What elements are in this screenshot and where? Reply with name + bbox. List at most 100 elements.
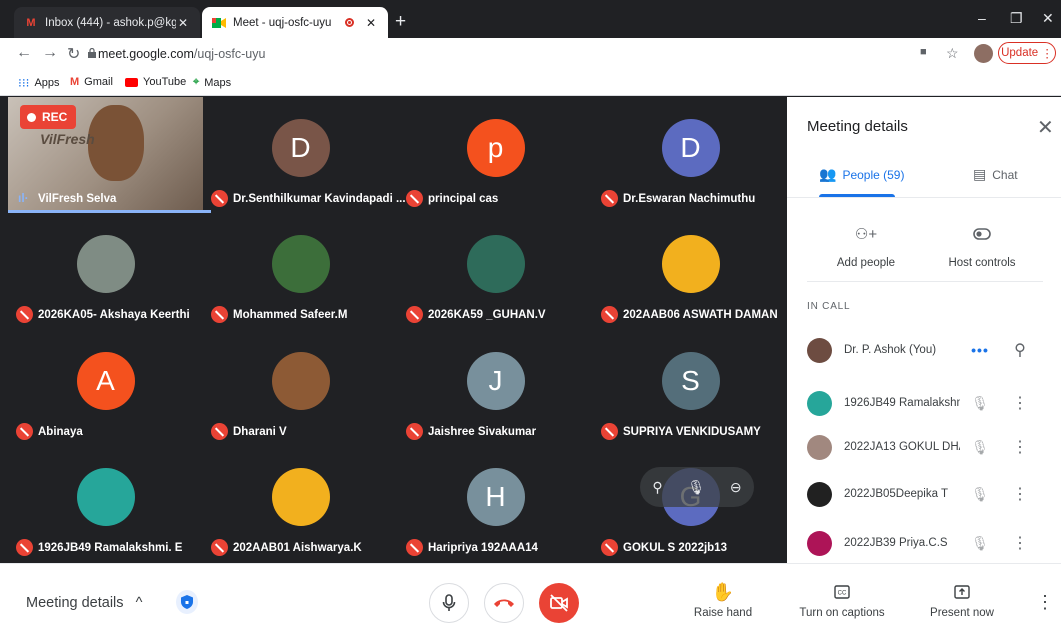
svg-text:CC: CC — [838, 591, 847, 597]
more-options-icon[interactable]: ⋮ — [1000, 393, 1040, 413]
participant-avatar — [271, 235, 330, 293]
avatar — [807, 390, 832, 416]
youtube-icon — [125, 77, 138, 87]
people-list-item[interactable]: 2022JA13 GOKUL DHA...🎙⋮ — [807, 429, 1057, 465]
tab-chat[interactable]: ▤ Chat — [973, 166, 1018, 183]
reload-icon[interactable]: ↻ — [67, 44, 80, 64]
update-button[interactable]: Update ⋮ — [998, 42, 1056, 64]
camera-in-use-icon[interactable]: ■ — [920, 46, 927, 58]
captions-icon: CC — [795, 580, 889, 604]
forward-icon[interactable]: → — [42, 44, 58, 62]
bookmark-apps[interactable]: ⁝⁝⁝ Apps — [18, 76, 60, 90]
participant-tile[interactable]: p principal cas — [398, 97, 593, 213]
participant-tile[interactable]: J Jaishree Sivakumar — [398, 330, 593, 446]
microphone-icon — [442, 594, 456, 611]
tab-people[interactable]: 👥 People (59) — [819, 166, 904, 183]
participant-tile[interactable]: 202AAB06 ASWATH DAMAN — [593, 213, 788, 329]
close-window-icon[interactable]: ✕ — [1042, 10, 1054, 27]
person-name: 2022JB39 Priya.C.S — [844, 537, 948, 549]
more-options-icon[interactable]: ⋮ — [1036, 592, 1054, 613]
avatar — [807, 337, 832, 363]
star-icon[interactable]: ☆ — [946, 45, 959, 62]
raise-hand-button[interactable]: ✋ Raise hand — [690, 580, 756, 620]
participant-tile[interactable]: H Haripriya 192AAA14 — [398, 446, 593, 562]
people-list-item[interactable]: 2022JB05Deepika T 🎙 ⋮ — [807, 476, 1057, 512]
mute-icon[interactable]: 🎙 — [960, 535, 1000, 552]
avatar-initial: H — [485, 481, 506, 512]
participant-name: 202AAB01 Aishwarya.K — [233, 542, 362, 554]
mute-icon[interactable]: 🎙 — [960, 439, 1000, 456]
more-options-icon[interactable]: ⋮ — [1000, 484, 1040, 504]
participant-tile[interactable]: S SUPRIYA VENKIDUSAMY — [593, 330, 788, 446]
participant-tile[interactable]: A Abinaya — [8, 330, 203, 446]
pin-icon[interactable]: ⚲ — [1000, 340, 1040, 360]
bookmark-youtube[interactable]: YouTube — [125, 76, 186, 88]
muted-mic-icon — [16, 539, 33, 556]
captions-button[interactable]: CC Turn on captions — [795, 580, 889, 619]
back-icon[interactable]: ← — [16, 44, 32, 62]
tab-title: Inbox (444) - ashok.p@kgcas.com — [45, 16, 176, 29]
pin-icon[interactable]: ⚲ — [652, 479, 662, 496]
tab-divider — [787, 197, 1061, 198]
avatar-initial: A — [96, 365, 115, 396]
remove-icon[interactable]: ⊖ — [730, 479, 742, 496]
participant-tile[interactable]: D Dr.Eswaran Nachimuthu — [593, 97, 788, 213]
maps-icon: ⌖ — [193, 76, 200, 88]
restore-icon[interactable]: ❐ — [1010, 10, 1023, 27]
tab-meet[interactable]: Meet - uqj-osfc-uyu ✕ — [202, 7, 388, 38]
muted-mic-icon — [211, 306, 228, 323]
participant-name: Dr.Eswaran Nachimuthu — [623, 193, 756, 205]
security-shield-icon[interactable] — [176, 590, 198, 614]
call-controls-bar: Meeting details ^ ✋ Raise hand CC Turn o… — [0, 563, 1061, 640]
present-now-button[interactable]: Present now — [926, 580, 998, 619]
add-people-button[interactable]: ⚇+ Add people — [806, 217, 926, 269]
bookmark-maps[interactable]: ⌖ Maps — [193, 76, 231, 89]
bookmarks-bar: ⁝⁝⁝ Apps M Gmail YouTube ⌖ Maps — [0, 70, 1061, 96]
muted-mic-icon — [601, 190, 618, 207]
participant-tile-self[interactable]: VilFresh REC ıl· VilFresh Selva — [8, 97, 211, 213]
tab-gmail[interactable]: M Inbox (444) - ashok.p@kgcas.com ✕ — [14, 7, 200, 38]
person-name: Dr. P. Ashok (You) — [844, 344, 937, 356]
more-options-icon[interactable]: ⋮ — [1000, 533, 1040, 553]
close-tab-icon[interactable]: ✕ — [176, 16, 190, 30]
microphone-button[interactable] — [429, 583, 469, 623]
camera-off-button[interactable] — [539, 583, 579, 623]
speaking-indicator-icon: ıl· — [18, 191, 29, 205]
new-tab-icon[interactable]: + — [395, 11, 406, 33]
participant-tile[interactable]: 1926JB49 Ramalakshmi. E — [8, 446, 203, 562]
people-list-item[interactable]: Dr. P. Ashok (You) ••• ⚲ — [807, 332, 1057, 368]
participant-avatar: H — [466, 468, 525, 526]
close-tab-icon[interactable]: ✕ — [364, 16, 378, 30]
bookmark-gmail[interactable]: M Gmail — [70, 76, 113, 88]
gmail-icon: M — [70, 76, 80, 88]
participant-tile[interactable]: Dharani V — [203, 330, 398, 446]
leave-call-button[interactable] — [484, 583, 524, 623]
avatar-initial: S — [681, 365, 700, 396]
minimize-icon[interactable]: – — [978, 10, 986, 26]
mute-participant-icon[interactable]: 🎙 — [687, 479, 705, 496]
meeting-details-button[interactable]: Meeting details ^ — [26, 595, 142, 611]
address-bar: ← → ↻ meet.google.com/uqj-osfc-uyu ■ ☆ U… — [0, 38, 1061, 70]
participant-tile[interactable]: Mohammed Safeer.M — [203, 213, 398, 329]
person-name: 2022JA13 GOKUL DHA... — [844, 441, 960, 453]
participant-tile[interactable]: 2026KA05- Akshaya Keerthi — [8, 213, 203, 329]
people-list-item[interactable]: 1926JB49 Ramalakshmi....🎙⋮ — [807, 385, 1057, 421]
host-controls-button[interactable]: Host controls — [922, 217, 1042, 269]
participant-tile[interactable]: D Dr.Senthilkumar Kavindapadi ... — [203, 97, 406, 213]
more-options-icon[interactable]: ⋮ — [1000, 437, 1040, 457]
avatar-initial: D — [680, 132, 701, 163]
participant-tile[interactable]: 2026KA59 _GUHAN.V — [398, 213, 593, 329]
close-icon[interactable]: ✕ — [1037, 115, 1054, 140]
participant-name: Jaishree Sivakumar — [428, 426, 537, 438]
avatar-initial: p — [487, 132, 504, 163]
url-field[interactable]: meet.google.com/uqj-osfc-uyu — [98, 47, 265, 61]
profile-avatar[interactable] — [974, 44, 993, 63]
mute-icon[interactable]: 🎙 — [960, 395, 1000, 412]
people-icon: 👥 — [819, 166, 837, 182]
mute-icon[interactable]: 🎙 — [960, 486, 1000, 503]
people-list-item[interactable]: 2022JB39 Priya.C.S 🎙 ⋮ — [807, 525, 1057, 561]
participant-tile[interactable]: 202AAB01 Aishwarya.K — [203, 446, 398, 562]
participant-avatar: J — [466, 352, 525, 410]
more-actions-icon[interactable]: ••• — [960, 342, 1000, 358]
apps-grid-icon: ⁝⁝⁝ — [18, 76, 30, 90]
